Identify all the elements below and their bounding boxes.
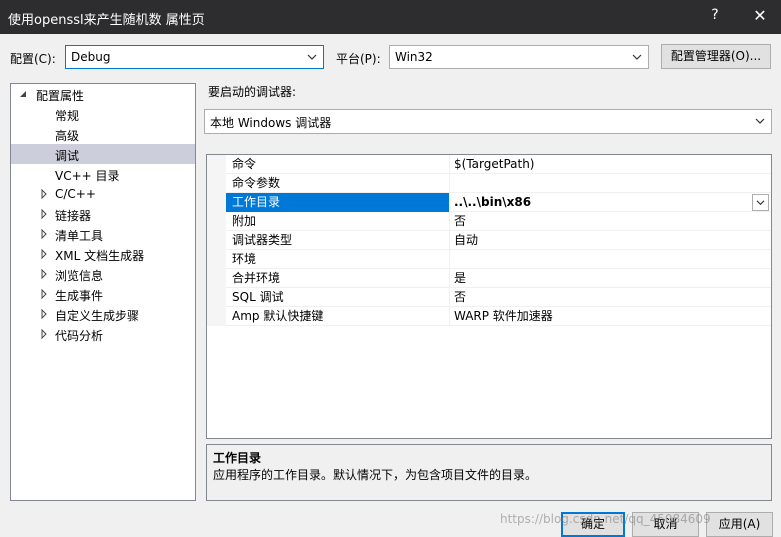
chevron-down-icon (756, 200, 765, 206)
tree-item-manifest-tool[interactable]: 清单工具 (11, 224, 195, 244)
close-icon[interactable]: ✕ (750, 6, 770, 25)
property-grid[interactable]: 命令 $(TargetPath) 命令参数 工作目录 ..\..\bin\x86… (206, 154, 772, 439)
property-tree[interactable]: 配置属性 常规 高级 调试 VC++ 目录 C/C++ 链接器 清单工具 XML… (10, 83, 196, 501)
property-row-attach[interactable]: 附加 否 (207, 212, 771, 231)
property-row-amp-default-accelerator[interactable]: Amp 默认快捷键 WARP 软件加速器 (207, 307, 771, 326)
config-label: 配置(C): (10, 52, 56, 66)
title-bar: 使用openssl来产生随机数 属性页 ? ✕ (0, 0, 781, 34)
description-title: 工作目录 (213, 451, 262, 465)
property-row-merge-environment[interactable]: 合并环境 是 (207, 269, 771, 288)
description-panel: 工作目录 应用程序的工作目录。默认情况下，为包含项目文件的目录。 (206, 444, 772, 501)
config-select[interactable]: Debug (65, 45, 324, 69)
property-row-debugger-type[interactable]: 调试器类型 自动 (207, 231, 771, 250)
tree-item-code-analysis[interactable]: 代码分析 (11, 324, 195, 344)
collapsed-triangle-icon[interactable] (40, 229, 48, 239)
collapsed-triangle-icon[interactable] (40, 209, 48, 219)
tree-item-advanced[interactable]: 高级 (11, 124, 195, 144)
tree-item-xml-doc-generator[interactable]: XML 文档生成器 (11, 244, 195, 264)
tree-item-build-events[interactable]: 生成事件 (11, 284, 195, 304)
property-row-working-directory[interactable]: 工作目录 ..\..\bin\x86 (207, 193, 771, 212)
window-title: 使用openssl来产生随机数 属性页 (8, 13, 205, 28)
property-row-command[interactable]: 命令 $(TargetPath) (207, 155, 771, 174)
expanded-triangle-icon (20, 91, 26, 97)
tree-root-config-properties[interactable]: 配置属性 (11, 84, 195, 104)
chevron-down-icon (632, 54, 642, 60)
tree-item-vc-directories[interactable]: VC++ 目录 (11, 164, 195, 184)
property-row-sql-debugging[interactable]: SQL 调试 否 (207, 288, 771, 307)
property-row-environment[interactable]: 环境 (207, 250, 771, 269)
tree-item-general[interactable]: 常规 (11, 104, 195, 124)
description-text: 应用程序的工作目录。默认情况下，为包含项目文件的目录。 (213, 468, 538, 482)
collapsed-triangle-icon[interactable] (40, 329, 48, 339)
property-row-command-arguments[interactable]: 命令参数 (207, 174, 771, 193)
working-directory-value[interactable]: ..\..\bin\x86 (452, 193, 771, 212)
tree-item-browse-info[interactable]: 浏览信息 (11, 264, 195, 284)
debugger-label: 要启动的调试器: (208, 85, 297, 99)
platform-select[interactable]: Win32 (389, 45, 649, 69)
platform-label: 平台(P): (336, 52, 381, 66)
debugger-select[interactable]: 本地 Windows 调试器 (204, 109, 772, 134)
working-directory-dropdown[interactable] (752, 194, 769, 211)
chevron-down-icon (755, 118, 765, 124)
apply-button[interactable]: 应用(A) (706, 512, 773, 537)
collapsed-triangle-icon[interactable] (40, 189, 48, 199)
tree-item-custom-build-step[interactable]: 自定义生成步骤 (11, 304, 195, 324)
collapsed-triangle-icon[interactable] (40, 309, 48, 319)
collapsed-triangle-icon[interactable] (40, 269, 48, 279)
collapsed-triangle-icon[interactable] (40, 249, 48, 259)
debugger-value: 本地 Windows 调试器 (210, 116, 332, 130)
tree-item-linker[interactable]: 链接器 (11, 204, 195, 224)
tree-item-cpp[interactable]: C/C++ (11, 184, 195, 204)
config-manager-button[interactable]: 配置管理器(O)... (661, 44, 771, 69)
collapsed-triangle-icon[interactable] (40, 289, 48, 299)
tree-item-debugging[interactable]: 调试 (11, 144, 195, 164)
platform-value: Win32 (395, 50, 433, 64)
watermark-text: https://blog.csdn.net/qq_45084609 (500, 512, 711, 526)
config-value: Debug (71, 50, 111, 64)
help-icon[interactable]: ? (708, 7, 722, 23)
chevron-down-icon (307, 54, 317, 60)
